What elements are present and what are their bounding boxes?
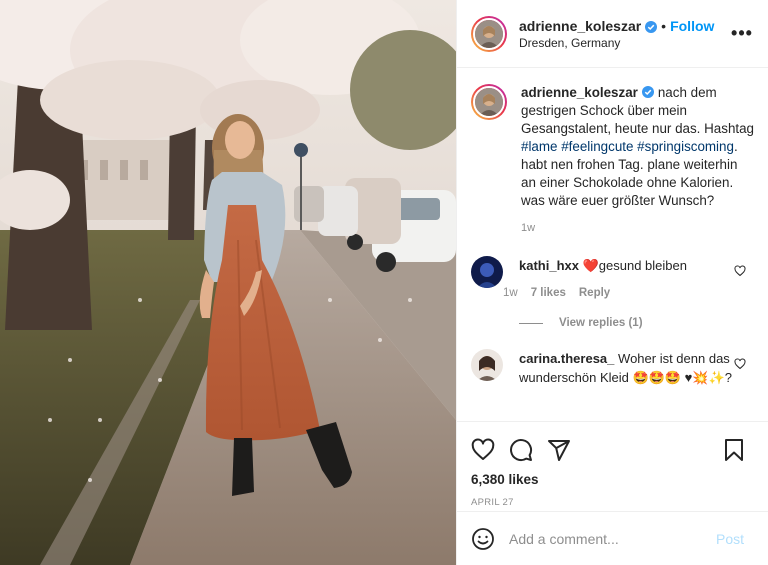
caption-username[interactable]: adrienne_koleszar [521, 85, 638, 100]
share-icon[interactable] [547, 438, 571, 462]
caption-text: adrienne_koleszar nach dem gestrigen Scho… [521, 84, 754, 210]
post-image [0, 0, 456, 565]
comment-emoji: ❤️ [582, 258, 599, 273]
post-comment-button[interactable]: Post [716, 531, 744, 547]
caption-verified-icon [641, 85, 658, 100]
separator-dot: • [661, 17, 667, 34]
reply-button[interactable]: Reply [579, 287, 610, 299]
post-location[interactable]: Dresden, Germany [519, 36, 730, 50]
post-date[interactable]: APRIL 27 [471, 497, 754, 508]
caption-timestamp[interactable]: 1w [521, 222, 754, 234]
comments-section: adrienne_koleszar nach dem gestrigen Scho… [457, 68, 768, 421]
view-replies-line [519, 322, 543, 324]
hashtag-link[interactable]: #springiscoming [637, 139, 734, 154]
comment-like-heart-icon[interactable] [734, 357, 746, 370]
comment-icon[interactable] [509, 438, 533, 462]
view-replies-button[interactable]: View replies (1) [519, 317, 754, 329]
commenter-username[interactable]: carina.theresa_ [519, 351, 614, 366]
comment-item: carina.theresa_ Woher ist denn das wunde… [471, 349, 754, 387]
follow-button[interactable]: Follow [670, 18, 714, 34]
post-sidebar: adrienne_koleszar • Follow Dresden, Germ… [456, 0, 768, 565]
commenter-avatar[interactable] [471, 256, 503, 288]
view-replies-label: View replies (1) [559, 317, 643, 329]
comment-emoji-tail: 🤩🤩🤩 ♥💥✨? [632, 370, 732, 385]
commenter-username[interactable]: kathi_hxx [519, 258, 579, 273]
caption-avatar[interactable] [471, 84, 507, 120]
comment-text: gesund bleiben [598, 258, 687, 273]
likes-count[interactable]: 6,380 likes [471, 472, 754, 487]
comment-input[interactable] [509, 530, 716, 547]
comment-item: kathi_hxx ❤️gesund bleiben 1w 7 likes Re… [471, 256, 754, 299]
post-header: adrienne_koleszar • Follow Dresden, Germ… [457, 0, 768, 68]
comment-timestamp[interactable]: 1w [503, 287, 518, 299]
add-comment-bar: Post [457, 511, 768, 565]
more-options-icon[interactable]: ••• [730, 23, 754, 44]
comment-meta: 1w 7 likes Reply [503, 287, 729, 299]
commenter-avatar[interactable] [471, 349, 503, 381]
post-caption: adrienne_koleszar nach dem gestrigen Scho… [471, 84, 754, 234]
comment-like-heart-icon[interactable] [734, 264, 746, 277]
author-username[interactable]: adrienne_koleszar [519, 18, 641, 34]
hashtag-link[interactable]: #lame [521, 139, 557, 154]
emoji-icon[interactable] [471, 527, 495, 551]
comment-likes[interactable]: 7 likes [531, 287, 566, 299]
author-avatar[interactable] [471, 15, 507, 52]
post-photo[interactable] [0, 0, 456, 565]
bookmark-icon[interactable] [722, 438, 746, 462]
hashtag-link[interactable]: #feelingcute [561, 139, 633, 154]
post-actions: 6,380 likes APRIL 27 [457, 421, 768, 511]
instagram-post: adrienne_koleszar • Follow Dresden, Germ… [0, 0, 768, 565]
verified-badge-icon [645, 20, 658, 33]
heart-icon[interactable] [471, 438, 495, 462]
